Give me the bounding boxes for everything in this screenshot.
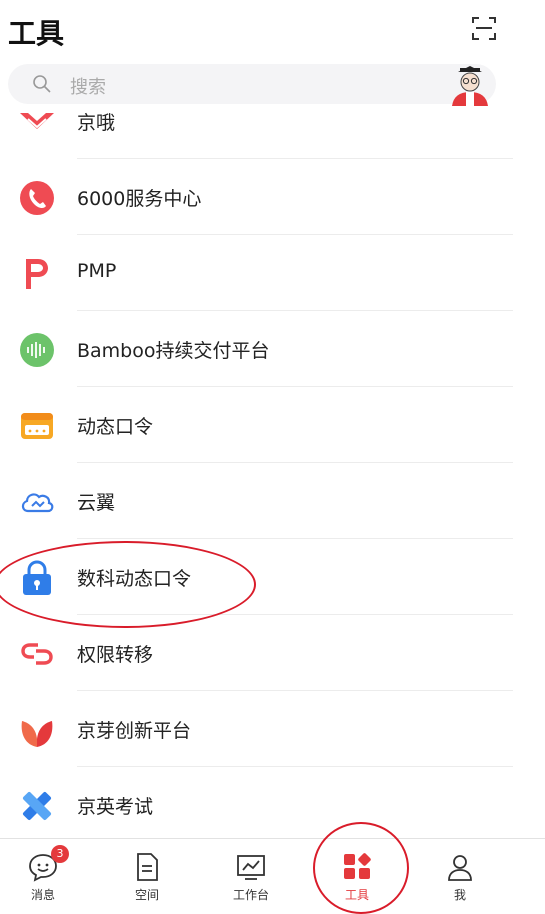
- avatar[interactable]: [448, 66, 492, 106]
- exam-icon: [22, 791, 52, 821]
- tab-label: 空间: [134, 888, 159, 902]
- tool-item-sprout[interactable]: 京芽创新平台: [0, 691, 545, 767]
- cloud-icon: [21, 493, 54, 513]
- tool-item-6000[interactable]: 6000服务中心: [0, 159, 545, 235]
- tool-item-yunyi[interactable]: 云翼: [0, 463, 545, 539]
- tab-workbench[interactable]: 工作台: [201, 839, 301, 914]
- header: 工具: [0, 0, 545, 60]
- search-placeholder: 搜索: [70, 77, 106, 98]
- tool-item-bamboo[interactable]: Bamboo持续交付平台: [0, 311, 545, 387]
- tool-label: 京哦: [77, 112, 116, 134]
- profile-icon: [448, 855, 472, 881]
- tool-item-token[interactable]: 动态口令: [0, 387, 545, 463]
- scan-icon[interactable]: [470, 14, 498, 42]
- tab-label: 工作台: [232, 888, 269, 902]
- tab-label: 消息: [30, 888, 55, 902]
- tool-label: Bamboo持续交付平台: [77, 340, 270, 362]
- tab-label: 我: [453, 888, 466, 902]
- page-title: 工具: [8, 17, 65, 50]
- tool-label: 京芽创新平台: [77, 720, 192, 742]
- unread-badge: 3: [51, 845, 69, 863]
- search-icon: [33, 75, 51, 93]
- tool-label: 6000服务中心: [77, 188, 202, 210]
- tool-label: 云翼: [77, 492, 116, 514]
- tab-messages[interactable]: 3 消息: [0, 839, 93, 914]
- tool-item-exam[interactable]: 京英考试: [0, 767, 545, 833]
- tab-bar: 3 消息 空间 工作台 工具 我: [0, 838, 545, 914]
- tool-label: 权限转移: [77, 644, 154, 666]
- tool-label: PMP: [77, 260, 117, 282]
- link-icon: [21, 643, 53, 665]
- jingo-icon: [20, 113, 54, 129]
- sprout-icon: [21, 721, 53, 747]
- token-icon: [21, 413, 53, 439]
- tool-label: 动态口令: [77, 416, 154, 438]
- tab-space[interactable]: 空间: [97, 839, 197, 914]
- tab-me[interactable]: 我: [410, 839, 510, 914]
- tool-item-permission-transfer[interactable]: 权限转移: [0, 615, 545, 691]
- tool-list: 京哦 6000服务中心 PMP Bamboo持续交付平台 动态口令 云翼 数科动…: [0, 108, 545, 833]
- annotation-circle: [313, 822, 409, 914]
- bamboo-icon: [20, 333, 54, 367]
- tool-item-pmp[interactable]: PMP: [0, 235, 545, 311]
- annotation-ellipse: [0, 541, 256, 628]
- phone-icon: [20, 181, 54, 215]
- workbench-icon: [237, 855, 265, 880]
- space-icon: [137, 853, 158, 881]
- search-bar[interactable]: 搜索: [8, 64, 496, 104]
- tool-item-jingo[interactable]: 京哦: [0, 108, 545, 159]
- pmp-icon: [26, 259, 48, 289]
- tool-label: 京英考试: [77, 796, 154, 818]
